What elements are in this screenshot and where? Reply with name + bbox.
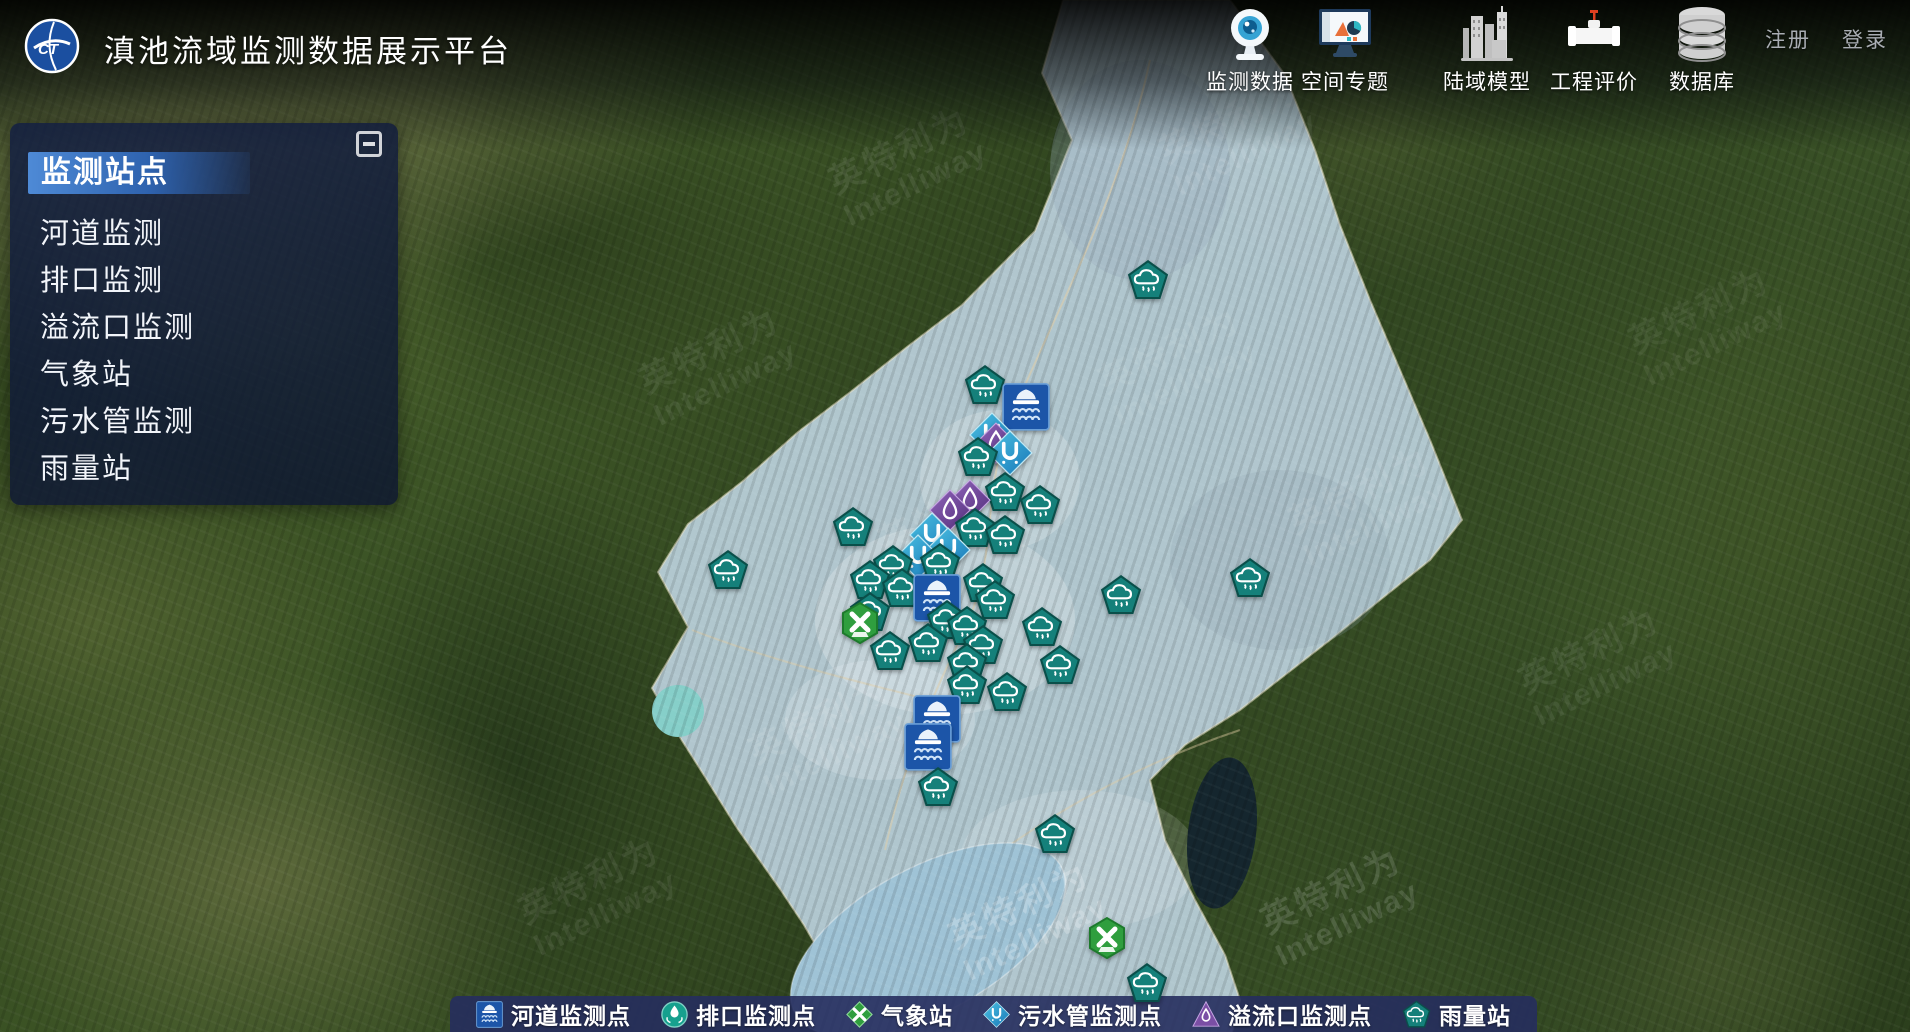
panel-menu: 河道监测 排口监测 溢流口监测 气象站 污水管监测 雨量站 [40, 211, 378, 493]
rain-station-marker[interactable] [1034, 813, 1076, 860]
legend-item-river[interactable]: 河道监测点 [476, 997, 631, 1031]
map-legend: 河道监测点 排口监测点 气象站 污水管监测点 溢流口监测点 雨量站 [450, 996, 1537, 1032]
legend-item-outfall[interactable]: 排口监测点 [661, 997, 816, 1031]
nav-item-database[interactable]: 数据库 [1648, 6, 1756, 96]
panel-title: 监测站点 [28, 152, 250, 194]
sidebar-item-outfall[interactable]: 排口监测 [40, 258, 378, 305]
legend-label: 溢流口监测点 [1228, 997, 1372, 1031]
legend-item-overflow[interactable]: 溢流口监测点 [1192, 997, 1372, 1031]
rain-station-marker[interactable] [869, 630, 911, 677]
weather-legend-icon [846, 1001, 873, 1028]
nav-label: 工程评价 [1540, 66, 1648, 96]
monitor-chart-icon [1291, 6, 1399, 62]
rain-station-marker[interactable] [707, 549, 749, 596]
rain-station-marker[interactable] [1039, 644, 1081, 691]
sidebar-item-overflow[interactable]: 溢流口监测 [40, 305, 378, 352]
nav-label: 陆域模型 [1433, 66, 1541, 96]
nav-label: 监测数据 [1196, 66, 1304, 96]
monitor-stations-panel: 监测站点 河道监测 排口监测 溢流口监测 气象站 污水管监测 雨量站 [10, 123, 398, 505]
valve-icon [1540, 6, 1648, 62]
rain-station-marker[interactable] [984, 514, 1026, 561]
overflow-legend-icon [1192, 1001, 1220, 1027]
outfall-legend-icon [661, 1001, 688, 1028]
webcam-icon [1196, 6, 1304, 62]
sidebar-item-weather[interactable]: 气象站 [40, 352, 378, 399]
rain-station-marker[interactable] [832, 506, 874, 553]
rain-station-marker[interactable] [986, 671, 1028, 718]
sidebar-item-rain[interactable]: 雨量站 [40, 446, 378, 493]
platform-logo-icon: CT [24, 18, 80, 74]
nav-item-land-model[interactable]: 陆域模型 [1433, 6, 1541, 96]
database-icon [1648, 6, 1756, 62]
nav-label: 空间专题 [1291, 66, 1399, 96]
small-reservoir [652, 685, 704, 737]
app-root: 英特利为 Intelliway 英特利为 Intelliway 英特利为 Int… [0, 0, 1910, 1032]
svg-text:CT: CT [38, 41, 60, 58]
rain-station-marker[interactable] [964, 364, 1006, 411]
east-lake [1179, 753, 1265, 912]
rain-station-marker[interactable] [917, 766, 959, 813]
rain-station-marker[interactable] [1100, 574, 1142, 621]
legend-label: 雨量站 [1439, 997, 1511, 1031]
sewage-legend-icon [983, 1001, 1010, 1028]
nav-item-monitor-data[interactable]: 监测数据 [1196, 6, 1304, 96]
legend-label: 河道监测点 [511, 997, 631, 1031]
legend-label: 气象站 [881, 997, 953, 1031]
sidebar-item-sewage[interactable]: 污水管监测 [40, 399, 378, 446]
top-header: CT 滇池流域监测数据展示平台 监测数据 空间专题 陆域模型 工程评价 数据库 … [0, 0, 1910, 110]
buildings-icon [1433, 6, 1541, 62]
weather-station-marker[interactable] [1087, 916, 1127, 965]
legend-item-rain[interactable]: 雨量站 [1402, 997, 1511, 1031]
rain-station-marker[interactable] [907, 622, 949, 669]
rain-station-marker[interactable] [1229, 557, 1271, 604]
page-title: 滇池流域监测数据展示平台 [104, 26, 512, 71]
rain-legend-icon [1402, 1000, 1431, 1029]
login-link[interactable]: 登录 [1842, 24, 1888, 54]
nav-label: 数据库 [1648, 66, 1756, 96]
rain-station-marker[interactable] [1127, 259, 1169, 306]
legend-item-weather[interactable]: 气象站 [846, 997, 953, 1031]
collapse-panel-button[interactable] [354, 129, 384, 159]
rain-station-marker[interactable] [1126, 962, 1168, 1009]
legend-label: 排口监测点 [696, 997, 816, 1031]
minimize-icon [356, 131, 382, 157]
nav-item-spatial-topic[interactable]: 空间专题 [1291, 6, 1399, 96]
nav-item-project-eval[interactable]: 工程评价 [1540, 6, 1648, 96]
sidebar-item-river[interactable]: 河道监测 [40, 211, 378, 258]
register-link[interactable]: 注册 [1765, 24, 1811, 54]
river-legend-icon [476, 1001, 503, 1028]
